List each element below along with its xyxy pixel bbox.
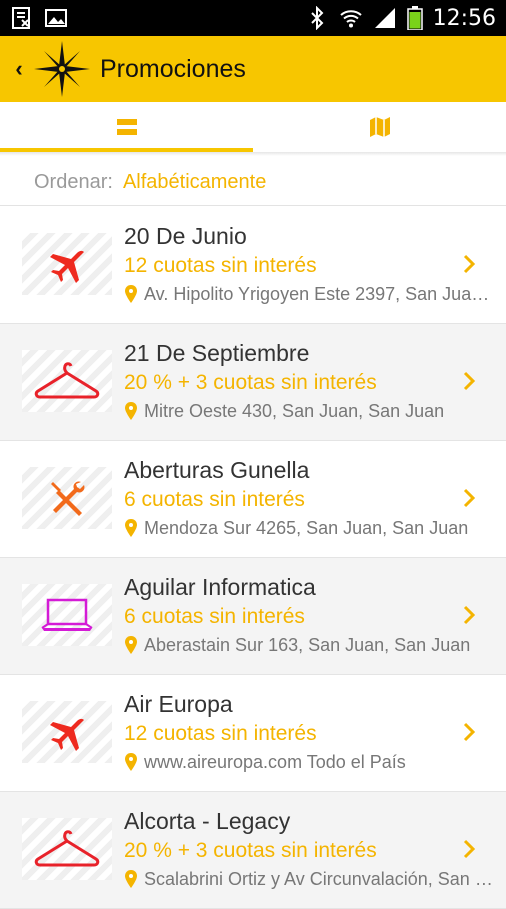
item-name: Aberturas Gunella [124, 457, 310, 483]
location-pin-icon [125, 402, 137, 420]
sort-row[interactable]: Ordenar: Alfabéticamente [0, 160, 506, 206]
status-time: 12:56 [432, 5, 496, 31]
back-icon: ‹ [15, 56, 23, 81]
list-icon [116, 119, 137, 135]
chevron-right-icon [463, 722, 476, 742]
item-address: Scalabrini Ortiz y Av Circunvalación, Sa… [144, 869, 494, 889]
map-icon [369, 117, 390, 137]
wifi-icon [339, 10, 362, 28]
item-name: Alcorta - Legacy [124, 808, 291, 834]
item-address: www.aireuropa.com Todo el País [144, 752, 406, 772]
chevron-right-icon [463, 254, 476, 274]
location-pin-icon [125, 636, 137, 654]
list-item[interactable]: Aguilar Informatica 6 cuotas sin interés… [0, 558, 506, 675]
chevron-right-icon [463, 371, 476, 391]
category-thumbnail [22, 584, 112, 646]
item-address: Mitre Oeste 430, San Juan, San Juan [144, 401, 445, 421]
tools-icon [51, 481, 85, 516]
app-bar: ‹ Promociones [0, 36, 506, 102]
chevron-right-icon [463, 605, 476, 625]
category-thumbnail [22, 233, 112, 295]
airplane-icon [50, 718, 84, 751]
item-name: Aguilar Informatica [124, 574, 316, 600]
battery-icon [406, 6, 423, 30]
promotions-list: 20 De Junio 12 cuotas sin interés Av. Hi… [0, 207, 506, 909]
category-thumbnail [22, 701, 112, 763]
bluetooth-icon [310, 6, 324, 30]
list-item[interactable]: 21 De Septiembre 20 % + 3 cuotas sin int… [0, 324, 506, 441]
airplane-icon [50, 250, 84, 283]
list-item[interactable]: 20 De Junio 12 cuotas sin interés Av. Hi… [0, 207, 506, 324]
list-item[interactable]: Aberturas Gunella 6 cuotas sin interés M… [0, 441, 506, 558]
item-promo: 6 cuotas sin interés [124, 605, 305, 628]
location-pin-icon [125, 870, 137, 888]
tab-list[interactable] [0, 102, 253, 152]
laptop-icon [41, 598, 93, 631]
view-tabs [0, 102, 506, 152]
item-address: Av. Hipolito Yrigoyen Este 2397, San Jua… [144, 284, 494, 304]
compass-logo-icon[interactable] [32, 39, 92, 99]
location-pin-icon [125, 753, 137, 771]
list-item[interactable]: Alcorta - Legacy 20 % + 3 cuotas sin int… [0, 792, 506, 909]
sort-label: Ordenar: [34, 171, 113, 193]
location-pin-icon [125, 285, 137, 303]
page-title: Promociones [100, 54, 246, 83]
category-thumbnail [22, 818, 112, 880]
item-promo: 20 % + 3 cuotas sin interés [124, 839, 377, 862]
item-promo: 12 cuotas sin interés [124, 254, 317, 277]
hanger-icon [34, 362, 100, 399]
item-name: 21 De Septiembre [124, 340, 310, 366]
tabs-divider [0, 152, 506, 156]
item-name: Air Europa [124, 691, 233, 717]
hanger-icon [34, 830, 100, 867]
item-name: 20 De Junio [124, 223, 247, 249]
list-item[interactable]: Air Europa 12 cuotas sin interés www.air… [0, 675, 506, 792]
chevron-right-icon [463, 839, 476, 859]
category-thumbnail [22, 467, 112, 529]
notification-icon [12, 7, 30, 29]
chevron-right-icon [463, 488, 476, 508]
item-promo: 20 % + 3 cuotas sin interés [124, 371, 377, 394]
tab-map[interactable] [253, 102, 506, 152]
category-thumbnail [22, 350, 112, 412]
item-address: Aberastain Sur 163, San Juan, San Juan [144, 635, 471, 655]
item-promo: 6 cuotas sin interés [124, 488, 305, 511]
item-promo: 12 cuotas sin interés [124, 722, 317, 745]
image-icon [45, 9, 67, 27]
back-button[interactable]: ‹ [6, 36, 32, 102]
status-bar: 12:56 [0, 0, 506, 36]
sort-value[interactable]: Alfabéticamente [123, 171, 266, 194]
location-pin-icon [125, 519, 137, 537]
signal-icon [374, 8, 395, 28]
item-address: Mendoza Sur 4265, San Juan, San Juan [144, 518, 469, 538]
